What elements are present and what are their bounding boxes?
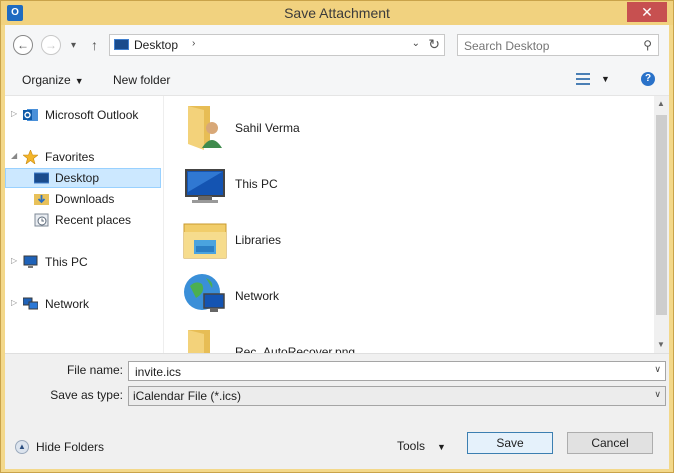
file-name-input[interactable] [133,363,637,381]
list-item[interactable]: This PC [178,158,478,210]
back-button[interactable]: ← [13,35,33,55]
search-box[interactable]: ⚲ [457,34,659,56]
help-icon[interactable]: ? [641,72,655,86]
tree-item-label: Favorites [45,150,95,164]
tree-item-network[interactable]: ▷ Network [5,294,161,314]
tree-item-label: Microsoft Outlook [45,108,139,122]
file-name-label: File name: [66,363,123,377]
list-item[interactable]: Network [178,270,478,322]
save-options-panel: File name: ∨ Save as type: iCalendar Fil… [5,353,669,469]
tools-button[interactable]: Tools ▼ [397,439,446,453]
scroll-up-arrow[interactable]: ▲ [657,99,665,108]
hide-folders-label: Hide Folders [36,440,105,454]
tree-item-favorites[interactable]: ◢ Favorites [5,147,161,167]
tree-item-label: Desktop [55,171,100,185]
address-dropdown-icon[interactable]: ⌄ [412,38,420,49]
tree-item-this-pc[interactable]: ▷ This PC [5,252,161,272]
downloads-folder-icon [34,194,49,205]
title-bar[interactable]: O Save Attachment ✕ [1,1,673,25]
file-name: Rec_AutoRecover.png [235,345,356,353]
save-attachment-dialog: O Save Attachment ✕ ← → ▾ ↑ Desktop › ⌄ … [0,0,674,473]
file-name-field[interactable]: ∨ [128,361,666,381]
navigation-bar: ← → ▾ ↑ Desktop › ⌄ ↻ ⚲ [5,25,669,65]
tree-item-desktop[interactable]: Desktop [5,168,161,188]
navigation-pane: ▷ Microsoft Outlook ◢ Favorites Desktop … [5,96,164,353]
close-button[interactable]: ✕ [627,2,667,22]
search-icon[interactable]: ⚲ [643,38,652,52]
expand-icon[interactable]: ▷ [11,109,17,118]
address-bar[interactable]: Desktop › ⌄ ↻ [109,34,445,56]
window-title: Save Attachment [284,5,390,21]
expand-icon[interactable]: ▷ [11,256,17,265]
computer-icon [23,255,38,268]
desktop-icon [34,172,49,184]
scroll-thumb[interactable] [656,115,667,315]
libraries-icon [183,223,227,259]
collapse-arrow-icon: ▲ [15,440,29,454]
up-button[interactable]: ↑ [91,37,98,53]
tree-item-label: Downloads [55,192,115,206]
tree-item-microsoft-outlook[interactable]: ▷ Microsoft Outlook [5,105,161,125]
recent-places-icon [34,213,49,227]
file-list: Sahil Verma This PC Libraries Network Re… [164,96,654,353]
command-bar: Organize ▼ New folder ▼ ? [5,65,669,96]
chevron-down-icon[interactable]: ∨ [654,364,661,375]
caret-down-icon: ▼ [437,442,446,452]
scroll-down-arrow[interactable]: ▼ [657,340,665,349]
file-name: Sahil Verma [235,121,300,135]
refresh-icon[interactable]: ↻ [428,36,440,53]
tree-item-recent-places[interactable]: Recent places [5,210,161,230]
save-as-type-label: Save as type: [50,388,123,402]
caret-down-icon: ▼ [74,76,84,86]
view-options-dropdown[interactable]: ▼ [601,74,610,84]
organize-label: Organize [22,73,71,87]
tree-item-label: This PC [45,255,88,269]
tree-item-label: Recent places [55,213,132,227]
file-name: Libraries [235,233,282,247]
desktop-icon [114,39,129,50]
list-item[interactable]: Rec_AutoRecover.png [178,326,478,353]
recent-locations-dropdown[interactable]: ▾ [71,40,76,51]
computer-icon [185,169,225,203]
new-folder-button[interactable]: New folder [113,73,170,87]
file-name: Network [235,289,280,303]
organize-button[interactable]: Organize ▼ [22,73,84,87]
list-item[interactable]: Sahil Verma [178,102,478,154]
cancel-button[interactable]: Cancel [567,432,653,454]
tools-label: Tools [397,439,426,453]
tree-item-label: Network [45,297,90,311]
dialog-body: ← → ▾ ↑ Desktop › ⌄ ↻ ⚲ Organize▼ New fo… [5,25,669,469]
file-list-scrollbar[interactable]: ▲ ▼ [654,96,669,353]
network-globe-icon [184,274,225,312]
chevron-down-icon[interactable]: ∨ [654,389,661,400]
outlook-icon [23,109,38,121]
change-view-icon[interactable] [576,73,590,85]
save-button[interactable]: Save [467,432,553,454]
collapse-icon[interactable]: ◢ [11,151,17,160]
user-folder-icon [188,106,222,150]
expand-icon[interactable]: ▷ [11,298,17,307]
list-item[interactable]: Libraries [178,214,478,266]
save-as-type-value: iCalendar File (*.ics) [133,389,242,403]
folder-icon [188,330,210,353]
network-icon [23,297,38,310]
file-name: This PC [235,177,278,191]
chevron-right-icon[interactable]: › [192,38,195,49]
address-path[interactable]: Desktop [134,38,178,52]
save-as-type-select[interactable]: iCalendar File (*.ics) ∨ [128,386,666,406]
search-input[interactable] [462,37,636,55]
forward-button[interactable]: → [41,35,61,55]
star-icon [23,150,38,164]
tree-item-downloads[interactable]: Downloads [5,189,161,209]
